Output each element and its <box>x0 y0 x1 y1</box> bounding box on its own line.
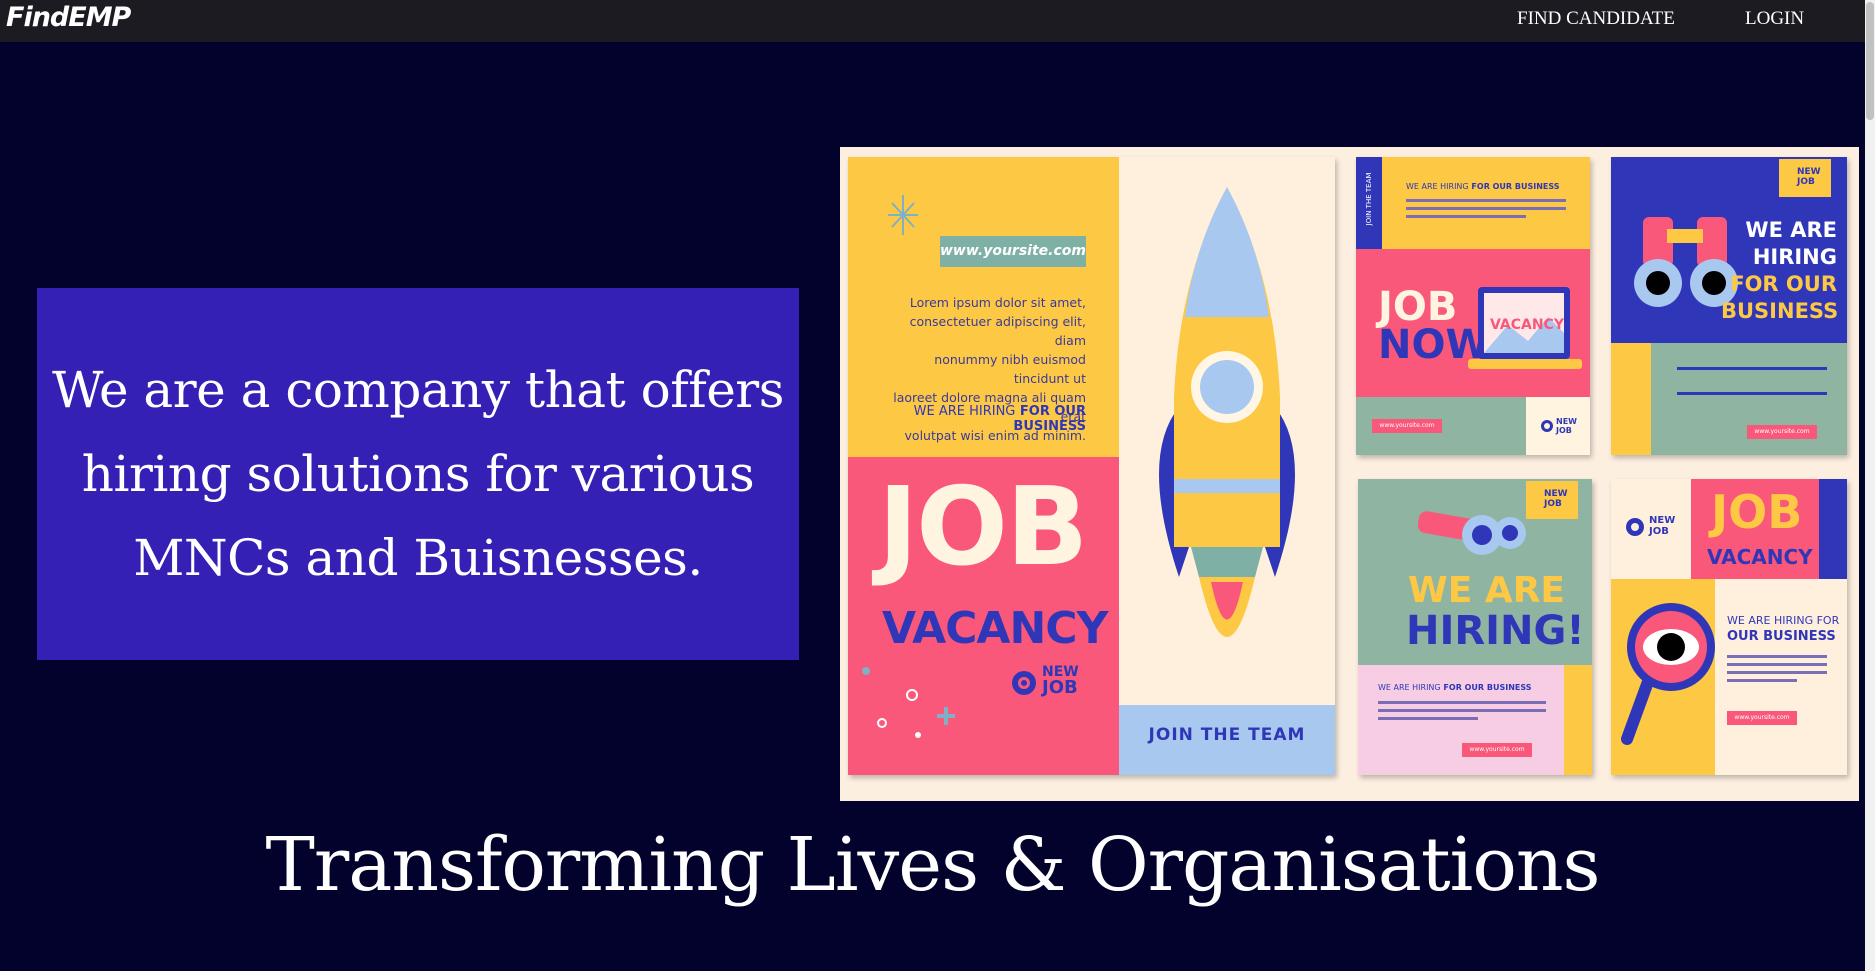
side-strip <box>1564 665 1592 775</box>
hiring-prefix: WE ARE HIRING <box>913 404 1016 419</box>
rocket-illustration <box>1159 187 1295 637</box>
vacancy-text: VACANCY <box>1707 545 1813 569</box>
hiring-label: WE ARE HIRING FOR OUR BUSINESS <box>878 404 1086 434</box>
job-label: JOB <box>1544 499 1562 509</box>
top-navbar: FindEMP FIND CANDIDATE LOGIN <box>0 0 1865 42</box>
panel-hiring-label: WE ARE HIRING FOR OUR BUSINESS <box>1378 683 1532 692</box>
lorem-bars <box>1406 199 1566 218</box>
target-icon <box>1541 420 1553 432</box>
hiring-prefix: WE ARE HIRING <box>1378 683 1441 692</box>
hero-line: MNCs and Buisnesses. <box>133 529 703 587</box>
side-join-text: JOIN THE TEAM <box>1365 172 1373 226</box>
job-label: JOB <box>1649 526 1669 537</box>
job-now-panel: JOIN THE TEAM WE ARE HIRING FOR OUR BUSI… <box>1356 157 1590 455</box>
sparkle-icon <box>888 195 918 235</box>
tagline-heading: Transforming Lives & Organisations <box>265 822 1600 908</box>
pink-footer <box>1358 665 1592 775</box>
side-strip <box>1611 343 1651 455</box>
binoculars-icon <box>1418 511 1526 555</box>
job-label: JOB <box>1042 677 1078 698</box>
big-hiring-text: WE ARE HIRING FOR OUR BUSINESS <box>1721 217 1839 325</box>
target-icon <box>1012 671 1036 695</box>
job-headline: JOB <box>878 465 1088 590</box>
brand-logo[interactable]: FindEMP <box>6 2 131 33</box>
site-url-small: www.yoursite.com <box>1727 711 1797 725</box>
lorem-bars <box>1727 655 1827 682</box>
site-url-small: www.yoursite.com <box>1372 419 1442 433</box>
side-strip <box>1819 479 1847 579</box>
hiring-for-text: WE ARE HIRING FOR OUR BUSINESS <box>1727 613 1839 645</box>
site-url-small: www.yoursite.com <box>1747 425 1817 439</box>
hiring-business-panel: NEW JOB WE ARE HIRING FOR OUR BUSINESS w… <box>1611 157 1847 455</box>
target-icon <box>1626 518 1644 536</box>
job-vacancy-panel: NEW JOB JOB VACANCY WE ARE HIRING FOR OU… <box>1611 479 1847 775</box>
new-label: NEW <box>1797 167 1821 177</box>
hiring-line: BUSINESS <box>1721 299 1839 323</box>
nav-login-link[interactable]: LOGIN <box>1745 8 1804 30</box>
hiring-line: HIRING <box>1752 245 1837 269</box>
hiring-suffix: FOR OUR BUSINESS <box>1471 182 1560 191</box>
job-label: JOB <box>1797 177 1815 187</box>
lorem-line: Lorem ipsum dolor sit amet, <box>909 295 1086 310</box>
scrollbar-thumb[interactable] <box>1866 2 1874 120</box>
site-url-small: www.yoursite.com <box>1462 743 1532 757</box>
magnifier-eye-icon <box>1621 603 1715 745</box>
lorem-bars <box>1677 367 1827 395</box>
join-team-banner: JOIN THE TEAM <box>1119 705 1335 775</box>
new-label: NEW <box>1556 417 1577 426</box>
decorative-dots <box>862 667 955 738</box>
new-job-text: NEW JOB <box>1042 665 1079 698</box>
we-are-text: WE ARE <box>1408 570 1566 611</box>
lorem-bars <box>1378 701 1546 720</box>
laptop-screen-text: VACANCY <box>1490 317 1564 333</box>
panel-hiring-label: WE ARE HIRING FOR OUR BUSINESS <box>1406 182 1560 191</box>
new-job-text: NEW JOB <box>1797 167 1821 187</box>
our-business-line: OUR BUSINESS <box>1727 629 1836 644</box>
job-text: JOB <box>1711 485 1803 539</box>
nav-find-candidate-link[interactable]: FIND CANDIDATE <box>1517 8 1675 30</box>
hero-text-box: We are a company that offers hiring solu… <box>37 288 799 660</box>
hiring-suffix: FOR OUR BUSINESS <box>1013 404 1086 434</box>
hero-line: hiring solutions for various <box>81 445 755 503</box>
hiring-prefix: WE ARE HIRING <box>1406 182 1469 191</box>
hero-line: We are a company that offers <box>52 361 784 419</box>
new-job-text: NEW JOB <box>1556 417 1577 435</box>
new-job-text: NEW JOB <box>1649 515 1675 537</box>
new-job-logo: NEW JOB <box>1010 665 1090 705</box>
vacancy-headline: VACANCY <box>882 603 1108 654</box>
hiring-line: FOR OUR <box>1730 272 1837 296</box>
job-vacancy-poster-image: www.yoursite.com Lorem ipsum dolor sit a… <box>840 147 1859 801</box>
hiring-for-line: WE ARE HIRING FOR <box>1727 614 1840 627</box>
new-job-text: NEW JOB <box>1544 489 1568 509</box>
site-url-badge: www.yoursite.com <box>940 236 1086 267</box>
hiring-exclaim-text: HIRING! <box>1406 608 1585 654</box>
lorem-line: nonummy nibh euismod tincidunt ut <box>934 352 1086 386</box>
we-are-hiring-panel: NEW JOB WE ARE HIRING! WE ARE HIRING FOR… <box>1358 479 1592 775</box>
job-label: JOB <box>1556 426 1572 435</box>
new-label: NEW <box>1544 489 1568 499</box>
hiring-line: WE ARE <box>1745 218 1837 242</box>
new-label: NEW <box>1649 515 1676 526</box>
main-poster-panel: www.yoursite.com Lorem ipsum dolor sit a… <box>848 157 1335 775</box>
lorem-line: consectetuer adipiscing elit, diam <box>909 314 1086 348</box>
hiring-suffix: FOR OUR BUSINESS <box>1443 683 1532 692</box>
hero-headline: We are a company that offers hiring solu… <box>52 348 784 600</box>
page-scrollbar[interactable] <box>1865 0 1875 971</box>
job-now-line1: JOB <box>1378 284 1458 330</box>
